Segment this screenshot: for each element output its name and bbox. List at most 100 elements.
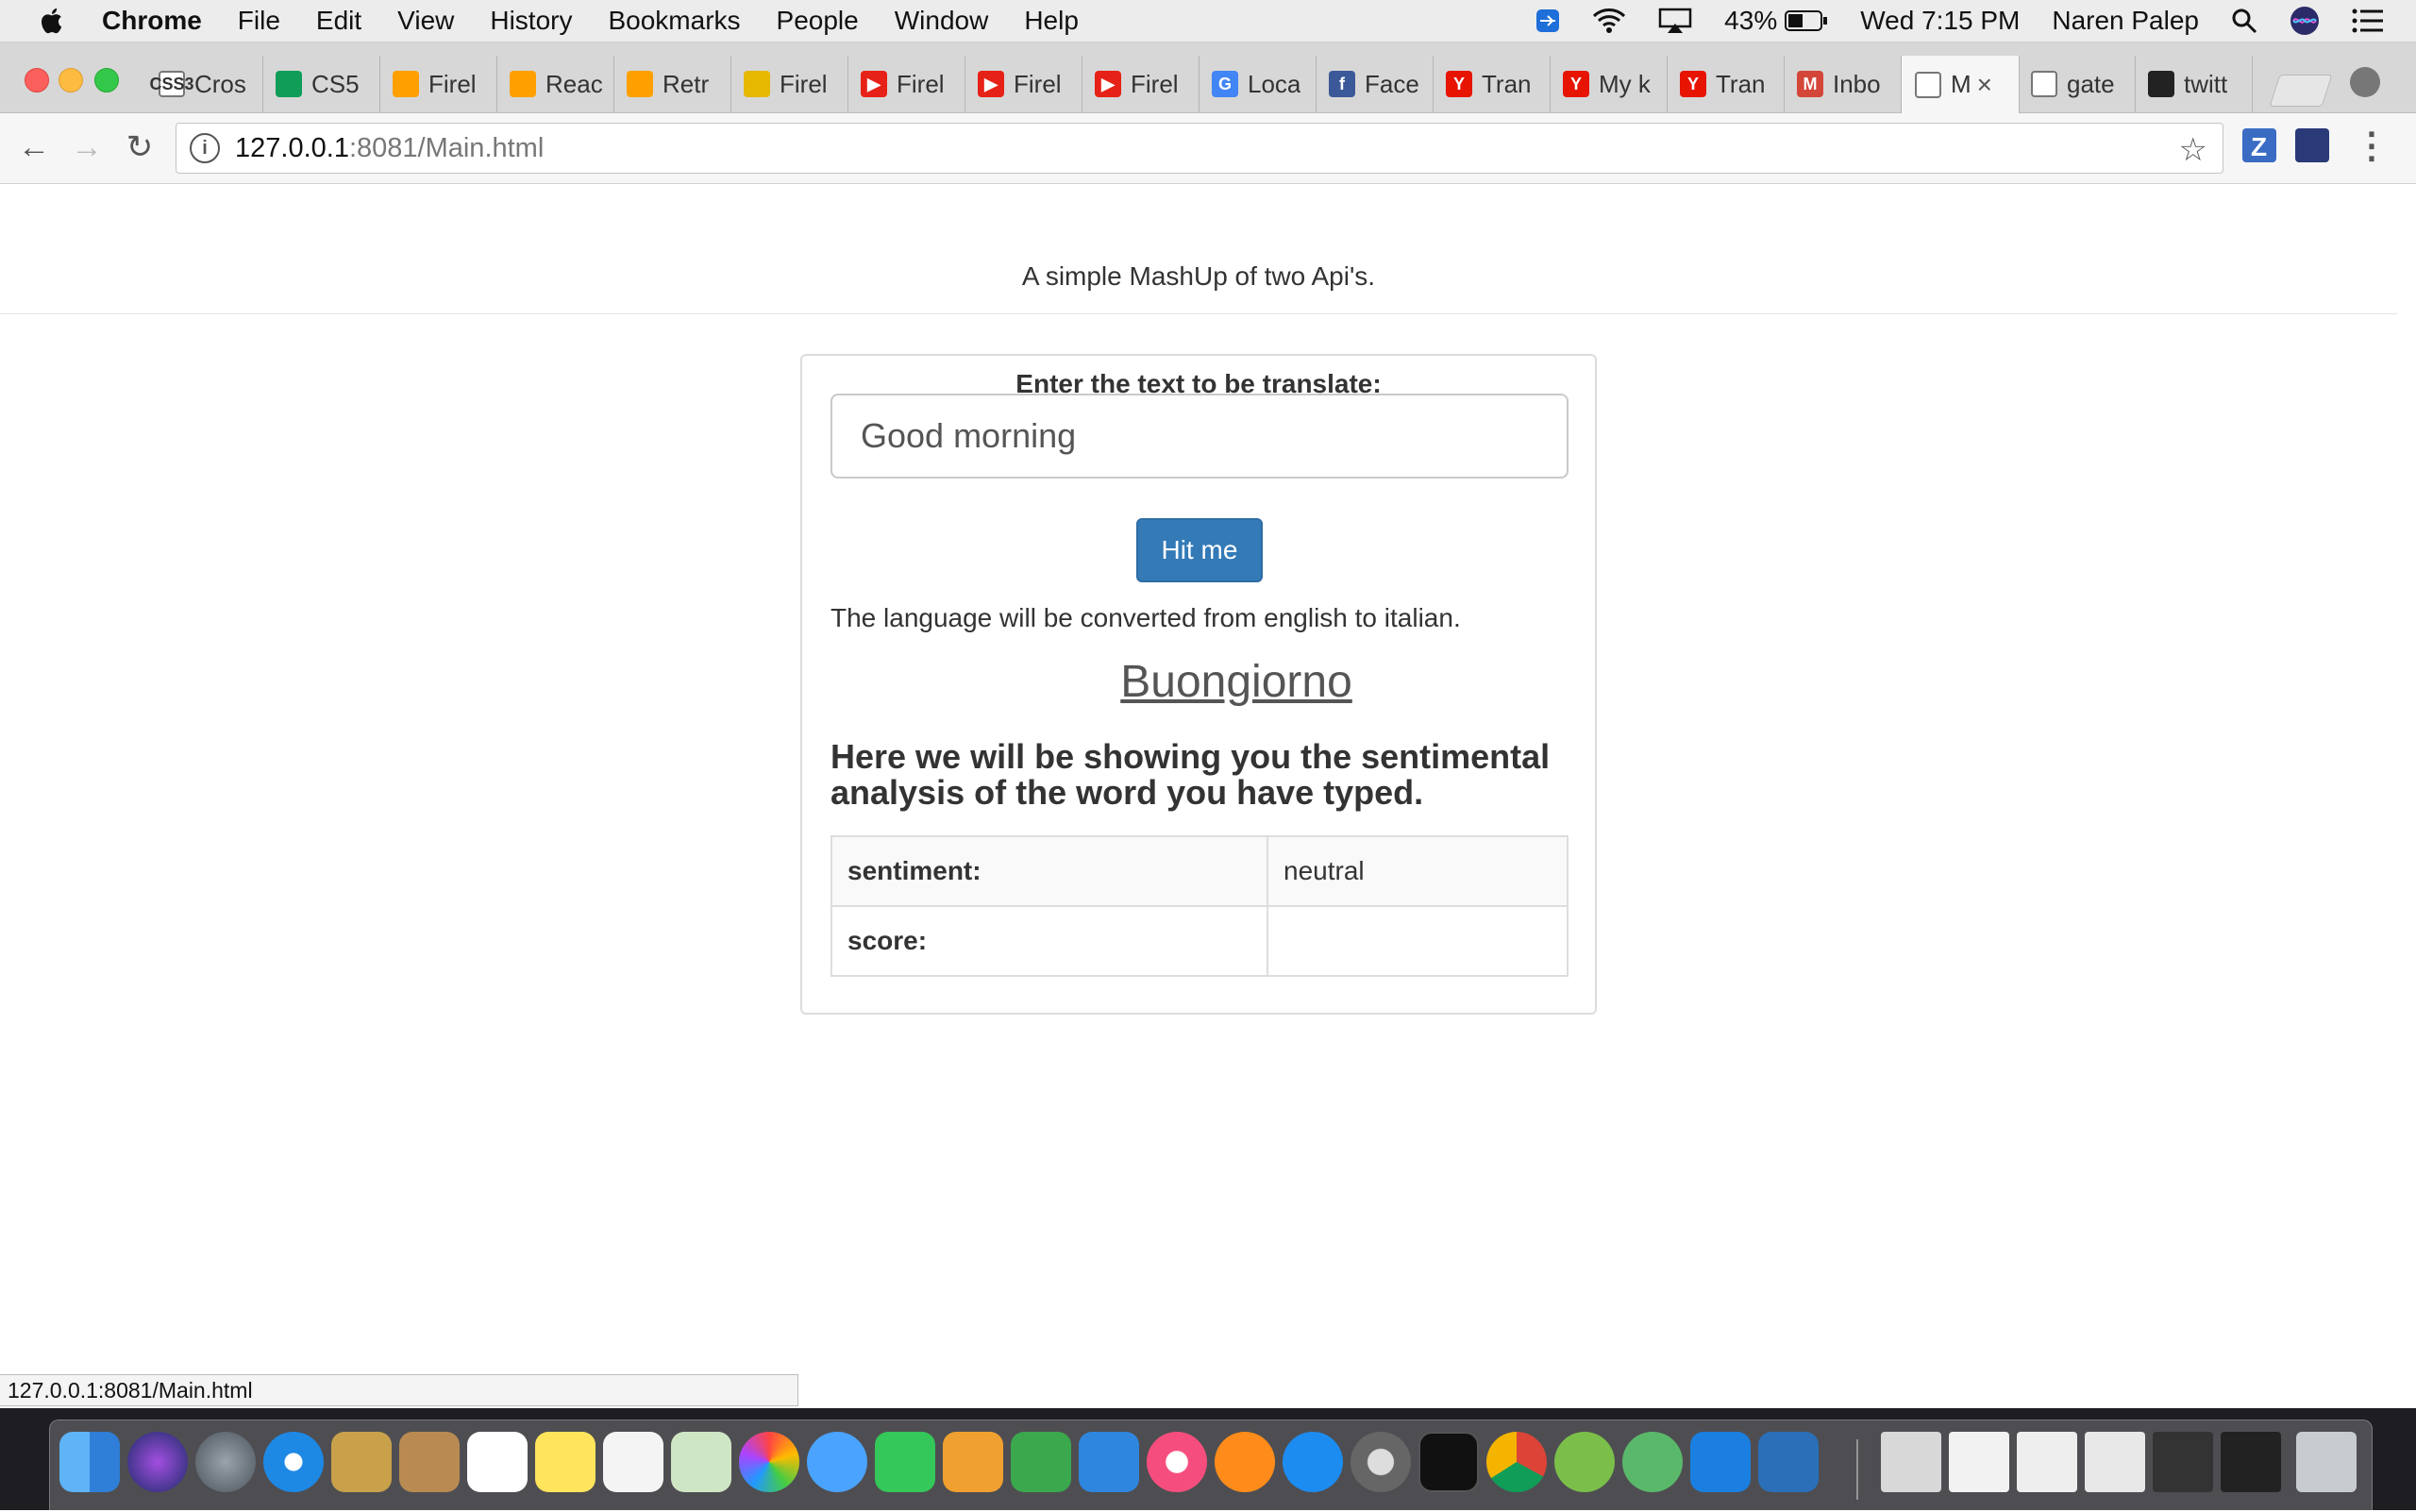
window-close-button[interactable]	[25, 68, 49, 92]
mail-icon[interactable]	[331, 1432, 392, 1492]
menu-edit[interactable]: Edit	[316, 6, 361, 36]
window-minimize-button[interactable]	[59, 68, 83, 92]
battery-icon[interactable]	[1785, 9, 1828, 32]
apple-menu-icon[interactable]	[38, 6, 68, 36]
maps-icon[interactable]	[671, 1432, 731, 1492]
messages-icon[interactable]	[807, 1432, 867, 1492]
minimized-terminal-icon[interactable]	[2221, 1432, 2281, 1492]
window-zoom-button[interactable]	[94, 68, 119, 92]
site-info-icon[interactable]: i	[190, 133, 220, 163]
wifi-icon[interactable]	[1592, 8, 1626, 34]
url-path: :8081/Main.html	[348, 132, 545, 163]
tab-label: Loca	[1248, 69, 1301, 98]
reload-icon[interactable]: ↻	[119, 126, 160, 168]
itunes-icon[interactable]	[1147, 1432, 1207, 1492]
pages-icon[interactable]	[943, 1432, 1003, 1492]
app-store-icon[interactable]	[1283, 1432, 1343, 1492]
tab-4[interactable]: Reac	[496, 56, 614, 112]
ibooks-icon[interactable]	[1215, 1432, 1275, 1492]
downloads-stack-icon[interactable]	[1881, 1432, 1941, 1492]
android-studio-icon[interactable]	[1554, 1432, 1615, 1492]
system-preferences-icon[interactable]	[1351, 1432, 1411, 1492]
contacts-icon[interactable]	[399, 1432, 460, 1492]
notification-center-icon[interactable]	[2352, 8, 2384, 33]
extension-icon[interactable]	[2295, 128, 2329, 162]
siri-icon[interactable]	[2290, 6, 2320, 36]
table-key: sentiment:	[830, 835, 1268, 907]
dock	[49, 1420, 2373, 1512]
minimized-window-icon[interactable]	[2085, 1432, 2145, 1492]
analysis-heading: Here we will be showing you the sentimen…	[830, 737, 1551, 812]
zotero-extension-icon[interactable]: Z	[2242, 128, 2276, 162]
trash-icon[interactable]	[2296, 1432, 2357, 1492]
menu-app-chrome[interactable]: Chrome	[102, 6, 202, 36]
profile-avatar-icon[interactable]	[2350, 67, 2380, 97]
forward-arrow-icon[interactable]: →	[66, 126, 108, 168]
menu-help[interactable]: Help	[1024, 6, 1079, 36]
tab-label: My k	[1599, 69, 1651, 98]
tab-10[interactable]: G Loca	[1199, 56, 1317, 112]
tab-8[interactable]: ▶ Firel	[965, 56, 1082, 112]
siri-dock-icon[interactable]	[127, 1432, 188, 1492]
minimized-node-window-icon[interactable]	[2153, 1432, 2213, 1492]
atom-icon[interactable]	[1622, 1432, 1683, 1492]
menu-history[interactable]: History	[490, 6, 572, 36]
tab-17[interactable]: gate	[2018, 56, 2136, 112]
facebook-icon: f	[1329, 71, 1355, 97]
google-icon: G	[1212, 71, 1238, 97]
chrome-dock-icon[interactable]	[1486, 1432, 1547, 1492]
bookmark-star-icon[interactable]: ☆	[2179, 131, 2207, 169]
tab-6[interactable]: Firel	[730, 56, 848, 112]
minimized-window-icon[interactable]	[1949, 1432, 2009, 1492]
teamviewer-status-icon[interactable]	[1535, 8, 1560, 33]
menu-bookmarks[interactable]: Bookmarks	[608, 6, 740, 36]
address-bar[interactable]: i 127.0.0.1:8081/Main.html ☆	[176, 123, 2223, 174]
tab-5[interactable]: Retr	[613, 56, 731, 112]
tab-16[interactable]: M ×	[1901, 56, 2020, 113]
keynote-icon[interactable]	[1079, 1432, 1139, 1492]
new-tab-button[interactable]	[2269, 75, 2333, 107]
tab-close-icon[interactable]: ×	[1977, 70, 1992, 100]
airplay-icon[interactable]	[1658, 8, 1692, 34]
tab-3[interactable]: Firel	[379, 56, 497, 112]
tab-2[interactable]: CS5	[262, 56, 380, 112]
safari-icon[interactable]	[263, 1432, 324, 1492]
clock[interactable]: Wed 7:15 PM	[1860, 6, 2020, 36]
menu-people[interactable]: People	[777, 6, 859, 36]
tab-12[interactable]: Y Tran	[1433, 56, 1551, 112]
tab-9[interactable]: ▶ Firel	[1082, 56, 1200, 112]
menu-window[interactable]: Window	[895, 6, 989, 36]
translate-text-input[interactable]: Good morning	[830, 394, 1569, 479]
calendar-icon[interactable]	[467, 1432, 528, 1492]
chrome-menu-icon[interactable]: ⋮	[2354, 125, 2390, 167]
minimized-window-icon[interactable]	[2017, 1432, 2077, 1492]
terminal-icon[interactable]	[1418, 1432, 1479, 1492]
notes-icon[interactable]	[535, 1432, 596, 1492]
tab-15[interactable]: M Inbo	[1784, 56, 1902, 112]
tab-13[interactable]: Y My k	[1550, 56, 1668, 112]
user-name[interactable]: Naren Palep	[2052, 6, 2199, 36]
tab-label: Retr	[663, 69, 710, 98]
back-arrow-icon[interactable]: ←	[13, 126, 55, 168]
tab-label: Reac	[545, 69, 603, 98]
brackets-icon[interactable]	[1758, 1432, 1819, 1492]
tab-7[interactable]: ▶ Firel	[847, 56, 965, 112]
hit-me-button[interactable]: Hit me	[1136, 518, 1263, 582]
tab-11[interactable]: f Face	[1316, 56, 1434, 112]
spotlight-search-icon[interactable]	[2231, 8, 2257, 34]
tab-1[interactable]: CSS3 Cros	[145, 56, 263, 112]
finder-icon[interactable]	[59, 1432, 120, 1492]
css3-icon: CSS3	[149, 71, 194, 97]
reminders-icon[interactable]	[603, 1432, 663, 1492]
menu-view[interactable]: View	[397, 6, 454, 36]
conversion-note: The language will be converted from engl…	[830, 603, 1461, 632]
photos-icon[interactable]	[739, 1432, 799, 1492]
tab-14[interactable]: Y Tran	[1667, 56, 1785, 112]
tab-18[interactable]: twitt	[2135, 56, 2253, 112]
teamviewer-dock-icon[interactable]	[1690, 1432, 1751, 1492]
numbers-icon[interactable]	[1011, 1432, 1071, 1492]
menu-file[interactable]: File	[238, 6, 280, 36]
tab-label: twitt	[2184, 69, 2228, 98]
launchpad-icon[interactable]	[195, 1432, 256, 1492]
facetime-icon[interactable]	[875, 1432, 935, 1492]
